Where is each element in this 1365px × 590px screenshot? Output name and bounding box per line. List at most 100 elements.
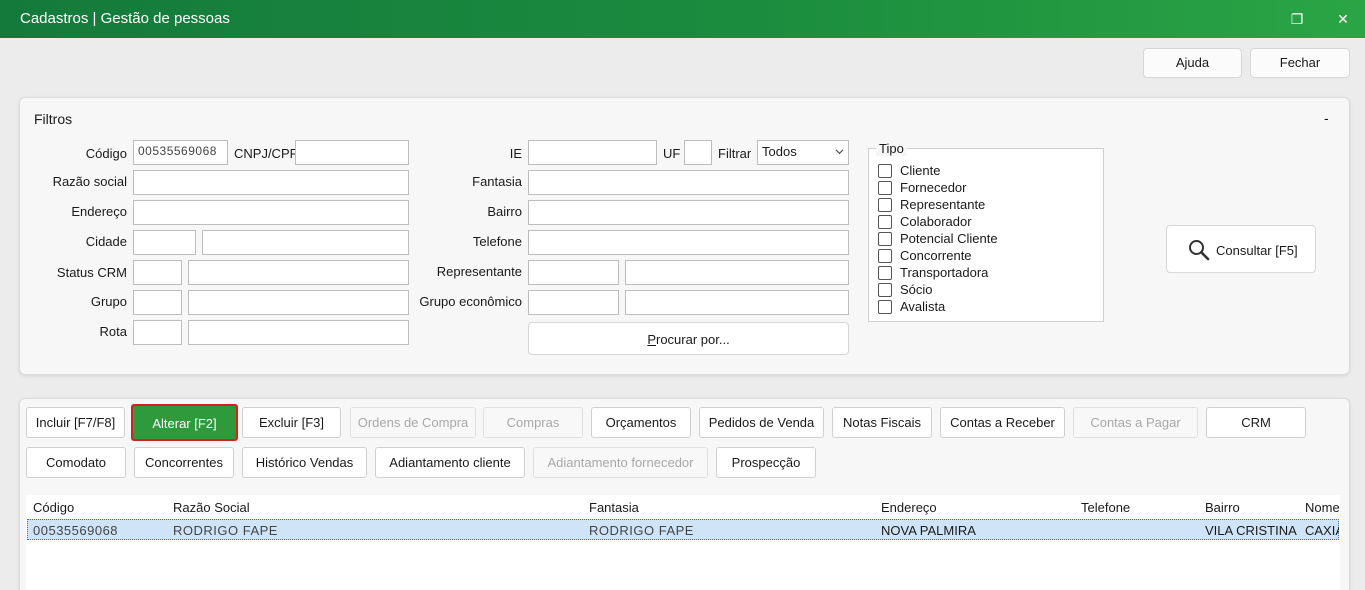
chevron-down-icon bbox=[835, 149, 844, 155]
fantasia-field[interactable] bbox=[528, 170, 849, 195]
table-row[interactable]: 00535569068 RODRIGO FAPE RODRIGO FAPE NO… bbox=[27, 519, 1339, 540]
representante-name-field[interactable] bbox=[625, 260, 849, 285]
telefone-label: Telefone bbox=[472, 234, 522, 249]
window-title: Cadastros | Gestão de pessoas bbox=[20, 10, 230, 27]
razao-field[interactable] bbox=[133, 170, 409, 195]
column-header-nome[interactable]: Nome bbox=[1305, 500, 1340, 515]
representante-label: Representante bbox=[436, 264, 522, 279]
results-grid[interactable]: Código Razão Social Fantasia Endereço Te… bbox=[26, 495, 1340, 590]
compras-button[interactable]: Compras bbox=[483, 407, 583, 438]
column-header-bairro[interactable]: Bairro bbox=[1205, 500, 1240, 515]
checkbox[interactable] bbox=[878, 181, 892, 195]
codigo-label: Código bbox=[85, 146, 127, 161]
filtrar-value: Todos bbox=[762, 144, 797, 159]
procurar-mnemonic: P bbox=[647, 332, 656, 347]
rota-code-field[interactable] bbox=[133, 320, 182, 345]
cell-bairro: VILA CRISTINA bbox=[1205, 523, 1297, 538]
rota-name-field[interactable] bbox=[188, 320, 409, 345]
concorrentes-button[interactable]: Concorrentes bbox=[134, 447, 234, 478]
ie-field[interactable] bbox=[528, 140, 657, 165]
endereco-field[interactable] bbox=[133, 200, 409, 225]
close-icon[interactable]: ✕ bbox=[1330, 6, 1356, 32]
adiantamento-fornecedor-button[interactable]: Adiantamento fornecedor bbox=[533, 447, 708, 478]
grupo-economico-name-field[interactable] bbox=[625, 290, 849, 315]
checkbox[interactable] bbox=[878, 300, 892, 314]
procurar-button[interactable]: Procurar por... bbox=[528, 322, 849, 355]
tipo-option-label: Fornecedor bbox=[900, 180, 967, 195]
tipo-option-label: Avalista bbox=[900, 299, 946, 314]
filtrar-select[interactable]: Todos bbox=[757, 140, 849, 165]
contas-pagar-button[interactable]: Contas a Pagar bbox=[1073, 407, 1198, 438]
tipo-option-label: Potencial Cliente bbox=[900, 231, 998, 246]
consultar-button[interactable]: Consultar [F5] bbox=[1166, 225, 1316, 273]
status-crm-name-field[interactable] bbox=[188, 260, 409, 285]
restore-icon[interactable]: ❐ bbox=[1284, 6, 1310, 32]
uf-label: UF bbox=[663, 146, 681, 161]
representante-code-field[interactable] bbox=[528, 260, 619, 285]
consultar-label: Consultar [F5] bbox=[1216, 243, 1298, 258]
tipo-option-label: Representante bbox=[900, 197, 986, 212]
ie-label: IE bbox=[509, 146, 522, 161]
cnpj-field[interactable] bbox=[295, 140, 409, 165]
cell-razao-social: RODRIGO FAPE bbox=[173, 523, 278, 538]
status-crm-code-field[interactable] bbox=[133, 260, 182, 285]
bairro-field[interactable] bbox=[528, 200, 849, 225]
grupo-economico-label: Grupo econômico bbox=[419, 294, 522, 309]
notas-fiscais-button[interactable]: Notas Fiscais bbox=[832, 407, 932, 438]
orcamentos-button[interactable]: Orçamentos bbox=[591, 407, 691, 438]
close-button[interactable]: Fechar bbox=[1250, 48, 1350, 78]
grupo-economico-code-field[interactable] bbox=[528, 290, 619, 315]
bairro-label: Bairro bbox=[487, 204, 522, 219]
crm-button[interactable]: CRM bbox=[1206, 407, 1306, 438]
historico-vendas-button[interactable]: Histórico Vendas bbox=[242, 447, 367, 478]
cell-codigo: 00535569068 bbox=[33, 523, 119, 538]
contas-receber-button[interactable]: Contas a Receber bbox=[940, 407, 1065, 438]
checkbox[interactable] bbox=[878, 249, 892, 263]
incluir-button[interactable]: Incluir [F7/F8] bbox=[26, 407, 125, 438]
fantasia-label: Fantasia bbox=[472, 174, 522, 189]
comodato-button[interactable]: Comodato bbox=[26, 447, 126, 478]
uf-field[interactable] bbox=[684, 140, 712, 165]
procurar-label: rocurar por... bbox=[655, 332, 730, 347]
checkbox[interactable] bbox=[878, 283, 892, 297]
cidade-code-field[interactable] bbox=[133, 230, 196, 255]
status-crm-label: Status CRM bbox=[56, 265, 127, 280]
checkbox[interactable] bbox=[878, 198, 892, 212]
checkbox[interactable] bbox=[878, 232, 892, 246]
cidade-label: Cidade bbox=[85, 234, 127, 249]
filters-collapse-button[interactable]: - bbox=[1324, 110, 1329, 126]
column-header-razao-social[interactable]: Razão Social bbox=[173, 500, 250, 515]
prospeccao-button[interactable]: Prospecção bbox=[716, 447, 816, 478]
endereco-label: Endereço bbox=[71, 204, 127, 219]
search-icon bbox=[1189, 240, 1210, 261]
adiantamento-cliente-button[interactable]: Adiantamento cliente bbox=[375, 447, 525, 478]
alterar-button[interactable]: Alterar [F2] bbox=[131, 404, 238, 441]
title-bar: Cadastros | Gestão de pessoas ❐ ✕ bbox=[0, 0, 1365, 38]
help-button[interactable]: Ajuda bbox=[1143, 48, 1242, 78]
excluir-button[interactable]: Excluir [F3] bbox=[242, 407, 341, 438]
cell-fantasia: RODRIGO FAPE bbox=[589, 523, 694, 538]
column-header-endereco[interactable]: Endereço bbox=[881, 500, 937, 515]
column-header-codigo[interactable]: Código bbox=[33, 500, 74, 515]
cidade-name-field[interactable] bbox=[202, 230, 409, 255]
filtrar-label: Filtrar bbox=[718, 146, 752, 161]
telefone-field[interactable] bbox=[528, 230, 849, 255]
grupo-name-field[interactable] bbox=[188, 290, 409, 315]
checkbox[interactable] bbox=[878, 215, 892, 229]
column-header-fantasia[interactable]: Fantasia bbox=[589, 500, 639, 515]
tipo-option-label: Transportadora bbox=[900, 265, 989, 280]
grupo-label: Grupo bbox=[90, 294, 127, 309]
codigo-field[interactable]: 00535569068 bbox=[133, 140, 228, 165]
tipo-option-label: Colaborador bbox=[900, 214, 972, 229]
tipo-option-label: Sócio bbox=[900, 282, 933, 297]
column-header-telefone[interactable]: Telefone bbox=[1081, 500, 1130, 515]
rota-label: Rota bbox=[99, 324, 127, 339]
razao-label: Razão social bbox=[52, 174, 127, 189]
tipo-option-label: Cliente bbox=[900, 163, 941, 178]
grupo-code-field[interactable] bbox=[133, 290, 182, 315]
checkbox[interactable] bbox=[878, 266, 892, 280]
filters-title: Filtros bbox=[34, 111, 73, 127]
pedidos-venda-button[interactable]: Pedidos de Venda bbox=[699, 407, 824, 438]
ordens-compra-button[interactable]: Ordens de Compra bbox=[350, 407, 476, 438]
checkbox[interactable] bbox=[878, 164, 892, 178]
